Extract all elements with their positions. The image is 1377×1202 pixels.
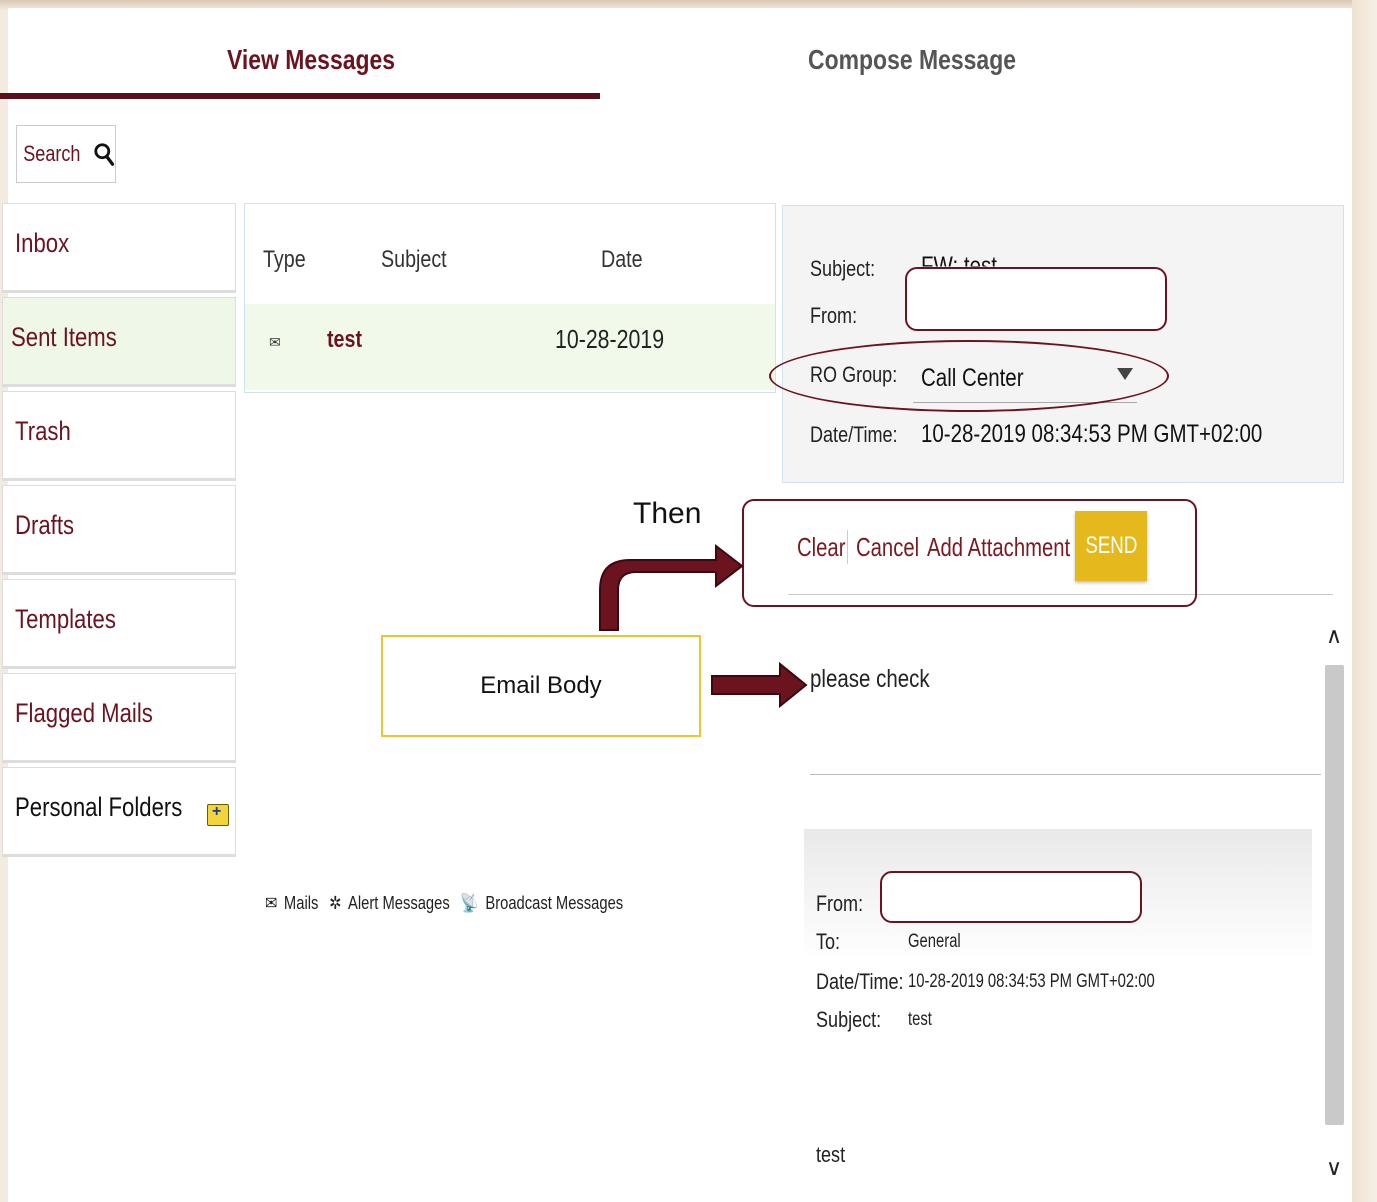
subject-label: Subject:: [810, 256, 876, 281]
search-icon: [94, 143, 114, 166]
sidebar-item-label: Trash: [15, 416, 71, 446]
datetime-label: Date/Time:: [810, 422, 898, 447]
sidebar-item-personal-folders[interactable]: Personal Folders: [2, 767, 236, 857]
quoted-subject-label: Subject:: [816, 1007, 882, 1032]
table-row[interactable]: ✉ test 10-28-2019: [245, 304, 775, 390]
sidebar-item-sent-items[interactable]: Sent Items: [2, 297, 236, 387]
mail-icon: ✉: [265, 893, 278, 913]
broadcast-icon: 📡: [460, 893, 479, 913]
quoted-to-value: General: [908, 931, 961, 952]
mail-icon: ✉: [269, 334, 281, 350]
quoted-to-label: To:: [816, 929, 841, 954]
redacted-from-box: [905, 267, 1167, 331]
datetime-value: 10-28-2019 08:34:53 PM GMT+02:00: [921, 420, 1263, 448]
right-shade: [1352, 0, 1377, 1202]
row-date: 10-28-2019: [555, 324, 665, 354]
sidebar-item-inbox[interactable]: Inbox: [2, 203, 236, 293]
column-header-subject[interactable]: Subject: [381, 246, 447, 274]
body-text: please check: [810, 665, 930, 693]
legend-broadcast: Broadcast Messages: [485, 893, 624, 913]
quoted-datetime-value: 10-28-2019 08:34:53 PM GMT+02:00: [908, 971, 1155, 992]
column-header-type[interactable]: Type: [263, 246, 306, 274]
column-header-date[interactable]: Date: [601, 246, 643, 274]
chevron-down-icon[interactable]: ∨: [1326, 1155, 1342, 1181]
sidebar-item-trash[interactable]: Trash: [2, 391, 236, 481]
quoted-subject-value: test: [908, 1009, 932, 1030]
sidebar-item-flagged-mails[interactable]: Flagged Mails: [2, 673, 236, 763]
quoted-body: test: [816, 1142, 846, 1167]
sidebar-item-label: Flagged Mails: [15, 698, 153, 728]
search-label: Search: [23, 141, 81, 166]
alert-icon: ✲: [329, 893, 342, 913]
folder-sidebar: Inbox Sent Items Trash Drafts Templates …: [2, 203, 236, 861]
add-folder-icon[interactable]: [207, 803, 229, 826]
ro-group-highlight: [769, 340, 1169, 412]
chevron-up-icon[interactable]: ∧: [1326, 623, 1342, 649]
tab-view-messages[interactable]: View Messages: [227, 44, 395, 76]
quoted-from-label: From:: [816, 891, 864, 916]
then-callout: Then: [633, 497, 702, 530]
scroll-thumb[interactable]: [1325, 665, 1344, 1125]
email-body-callout: Email Body: [381, 635, 701, 737]
message-type-legend: ✉ Mails ✲ Alert Messages 📡 Broadcast Messag…: [265, 893, 630, 914]
row-subject: test: [327, 326, 363, 353]
redacted-quoted-from-box: [880, 871, 1142, 923]
actions-highlight: [742, 499, 1197, 607]
legend-mails: Mails: [283, 893, 319, 913]
sidebar-item-label: Personal Folders: [15, 792, 183, 822]
body-divider: [810, 774, 1322, 775]
sidebar-item-templates[interactable]: Templates: [2, 579, 236, 669]
sidebar-item-label: Sent Items: [11, 322, 117, 352]
sidebar-item-label: Inbox: [15, 228, 70, 258]
search-button[interactable]: Search: [16, 125, 116, 183]
tab-compose-message[interactable]: Compose Message: [808, 44, 1016, 76]
sidebar-item-label: Drafts: [15, 510, 75, 540]
active-tab-underline: [0, 93, 600, 99]
legend-alerts: Alert Messages: [347, 893, 450, 913]
sidebar-item-label: Templates: [15, 604, 116, 634]
from-label: From:: [810, 303, 858, 328]
body-scrollbar[interactable]: ∧ ∨: [1321, 595, 1348, 1202]
quoted-datetime-label: Date/Time:: [816, 969, 904, 994]
sidebar-item-drafts[interactable]: Drafts: [2, 485, 236, 575]
message-list: Type Subject Date ✉ test 10-28-2019: [244, 203, 776, 393]
